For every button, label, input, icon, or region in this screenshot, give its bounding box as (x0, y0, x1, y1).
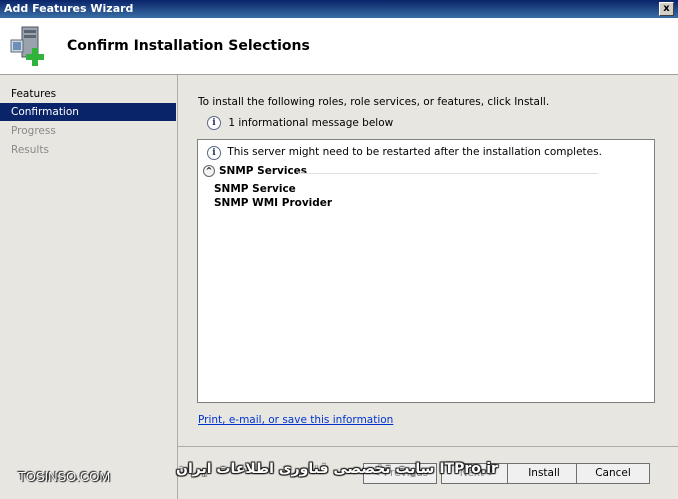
step-confirmation[interactable]: Confirmation (0, 103, 176, 121)
info-summary: i 1 informational message below (207, 116, 393, 130)
wizard-header: Confirm Installation Selections (0, 18, 678, 75)
section-title: SNMP Services (219, 165, 308, 177)
list-item: SNMP WMI Provider (214, 197, 333, 209)
watermark-left: TOSINSO.COM (18, 469, 111, 484)
selections-panel[interactable]: i This server might need to be restarted… (197, 139, 655, 403)
cancel-button[interactable]: Cancel (576, 463, 650, 484)
restart-note: i This server might need to be restarted… (207, 146, 602, 160)
list-item: SNMP Service (214, 183, 296, 195)
watermark-right: سایت تخصصی فناوری اطلاعات ایران ITPro.ir (176, 461, 498, 477)
wizard-steps-sidebar: Features Confirmation Progress Results (0, 75, 178, 499)
section-header[interactable]: ^ SNMP Services (203, 165, 307, 177)
step-features[interactable]: Features (0, 85, 176, 103)
window-title: Add Features Wizard (4, 2, 134, 15)
info-icon: i (207, 116, 221, 130)
install-button[interactable]: Install (507, 463, 581, 484)
print-save-link[interactable]: Print, e-mail, or save this information (198, 414, 393, 426)
collapse-icon[interactable]: ^ (203, 165, 215, 177)
divider (178, 446, 678, 447)
server-add-icon (10, 26, 44, 66)
step-results: Results (11, 144, 49, 156)
window-titlebar: Add Features Wizard x (0, 0, 678, 18)
info-summary-text: 1 informational message below (228, 117, 394, 129)
restart-note-text: This server might need to be restarted a… (227, 146, 602, 158)
instruction-text: To install the following roles, role ser… (198, 96, 550, 108)
section-divider (298, 173, 598, 174)
step-progress: Progress (11, 125, 56, 137)
info-icon: i (207, 146, 221, 160)
page-title: Confirm Installation Selections (67, 38, 310, 54)
close-button[interactable]: x (659, 2, 674, 16)
